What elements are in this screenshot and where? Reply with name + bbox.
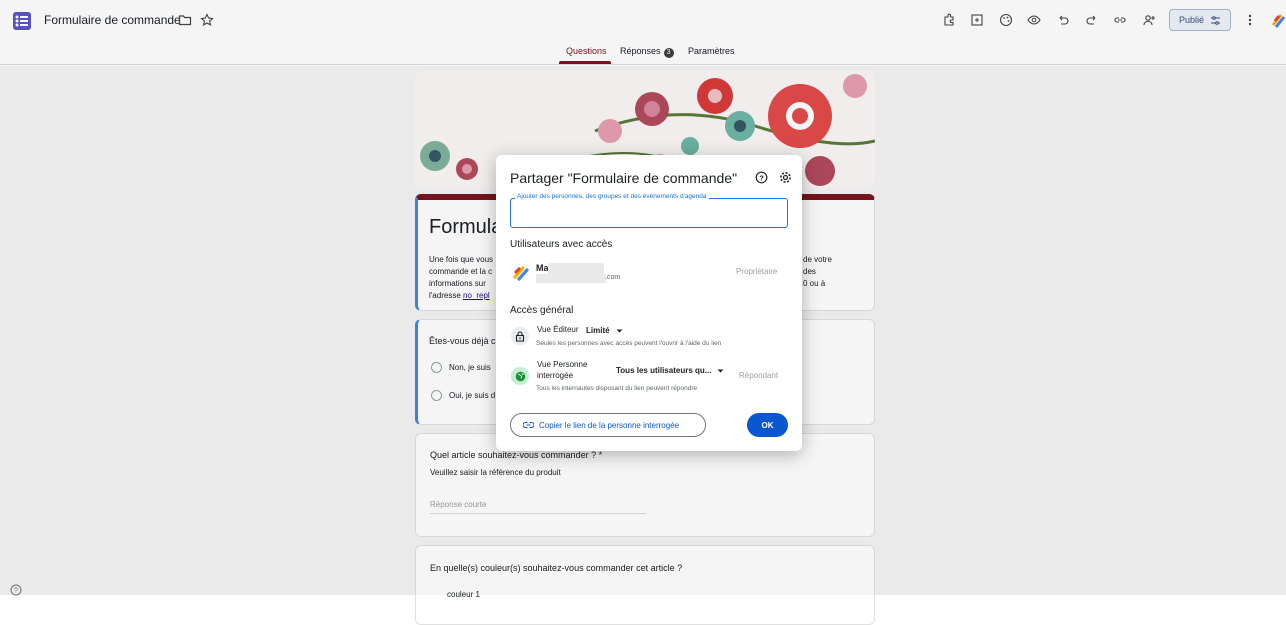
redacted-name	[548, 263, 604, 274]
link-icon	[523, 421, 534, 429]
lock-icon	[511, 327, 529, 345]
globe-icon	[511, 367, 529, 385]
owner-role: Propriétaire	[736, 267, 778, 276]
svg-text:?: ?	[759, 173, 764, 182]
help-circle-icon[interactable]: ?	[755, 171, 768, 184]
copy-respondent-link-button[interactable]: Copier le lien de la personne interrogée	[510, 413, 706, 437]
editor-access-value: Limité	[586, 326, 610, 335]
respondent-role: Répondant	[739, 371, 779, 380]
users-with-access-heading: Utilisateurs avec accès	[510, 239, 613, 250]
share-dialog-title: Partager "Formulaire de commande"	[510, 170, 738, 186]
redacted-email	[536, 274, 606, 283]
add-people-label: Ajouter des personnes, des groupes et de…	[515, 193, 709, 200]
settings-gear-icon[interactable]	[779, 171, 792, 184]
dropdown-arrow-icon	[717, 369, 724, 372]
editor-access-dropdown[interactable]: Limité	[586, 324, 623, 337]
respondent-access-value: Tous les utilisateurs qu...	[616, 366, 712, 375]
respondent-view-label-1: Vue Personne	[537, 360, 588, 369]
respondent-access-dropdown[interactable]: Tous les utilisateurs qu...	[616, 364, 724, 377]
share-dialog: Partager "Formulaire de commande" ? Ajou…	[496, 155, 802, 451]
user-avatar	[512, 264, 530, 282]
copy-link-label: Copier le lien de la personne interrogée	[539, 420, 680, 430]
editor-view-label: Vue Éditeur	[537, 325, 579, 334]
user-email-suffix: .com	[605, 274, 621, 281]
dropdown-arrow-icon	[616, 329, 623, 332]
ok-button[interactable]: OK	[747, 413, 788, 437]
add-people-input[interactable]: Ajouter des personnes, des groupes et de…	[510, 193, 788, 228]
respondent-access-description: Tous les internautes disposant du lien p…	[536, 385, 698, 392]
editor-access-description: Seules les personnes avec accès peuvent …	[536, 340, 722, 347]
respondent-view-label-2: interrogée	[537, 371, 574, 380]
general-access-heading: Accès général	[510, 305, 574, 316]
